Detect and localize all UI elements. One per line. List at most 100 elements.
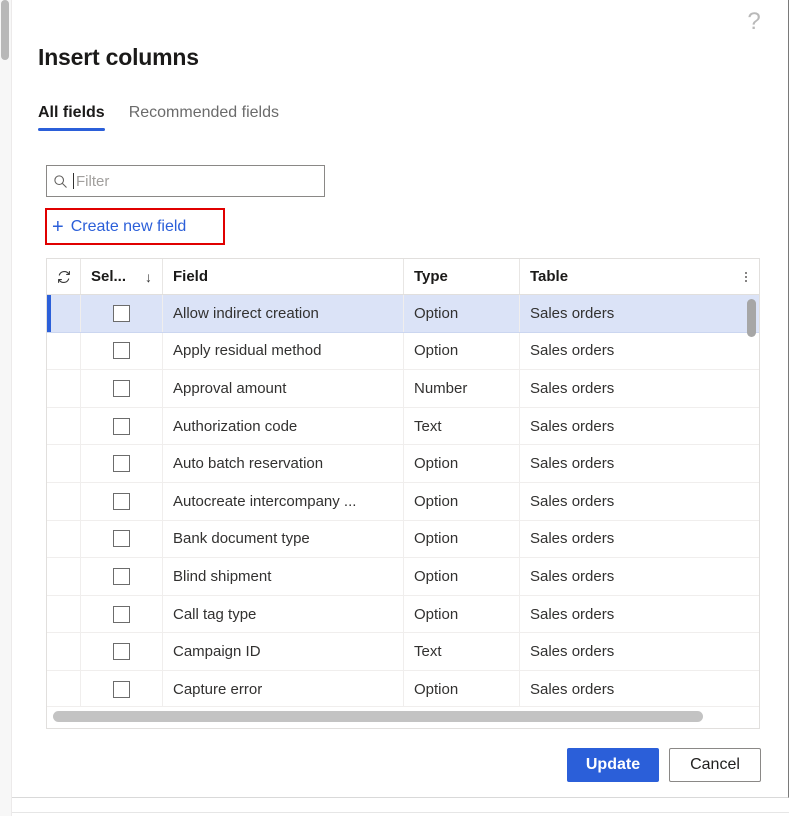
row-select-cell[interactable] <box>81 595 163 633</box>
cell-field: Call tag type <box>163 595 404 633</box>
row-select-cell[interactable] <box>81 633 163 670</box>
cell-table: Sales orders <box>530 680 615 698</box>
update-button[interactable]: Update <box>567 748 659 782</box>
cell-table: Sales orders <box>530 530 615 548</box>
tab-recommended-fields-label: Recommended fields <box>128 104 279 121</box>
row-checkbox[interactable] <box>113 492 130 510</box>
column-header-type-label: Type <box>414 268 448 285</box>
row-select-cell[interactable] <box>81 558 163 595</box>
column-header-table[interactable]: Table <box>520 259 758 294</box>
cancel-button[interactable]: Cancel <box>669 748 761 782</box>
column-header-table-label: Table <box>530 268 569 285</box>
table-row[interactable]: Authorization code Text Sales orders <box>47 407 759 446</box>
cell-field: Blind shipment <box>163 558 404 595</box>
row-select-cell[interactable] <box>81 670 163 708</box>
cell-type: Option <box>404 445 520 482</box>
row-indicator-cell <box>47 595 81 633</box>
column-header-field[interactable]: Field <box>163 259 404 294</box>
table-row[interactable]: Approval amount Number Sales orders <box>47 370 759 408</box>
page-outer-gutter <box>0 0 12 816</box>
column-header-select[interactable]: Sel... ↓ <box>81 259 163 294</box>
cell-field: Authorization code <box>163 407 404 445</box>
more-options-icon[interactable] <box>739 271 753 282</box>
table-row[interactable]: Autocreate intercompany ... Option Sales o… <box>47 482 759 521</box>
row-checkbox[interactable] <box>113 342 130 360</box>
cell-table: Sales orders <box>530 304 615 322</box>
row-checkbox[interactable] <box>113 567 130 585</box>
cell-type: Option <box>404 482 520 520</box>
cell-type: Option <box>404 670 520 708</box>
row-select-cell[interactable] <box>81 482 163 520</box>
row-select-cell[interactable] <box>81 332 163 370</box>
refresh-icon[interactable] <box>47 259 81 294</box>
fields-grid: Sel... ↓ Field Type Table Allow indirect… <box>46 258 760 729</box>
row-indicator-cell <box>47 670 81 708</box>
cell-table: Sales orders <box>530 455 615 473</box>
row-checkbox[interactable] <box>113 643 130 661</box>
cell-table: Sales orders <box>530 643 615 661</box>
cell-table: Sales orders <box>530 342 615 360</box>
search-input[interactable] <box>76 166 324 196</box>
grid-header-row: Sel... ↓ Field Type Table <box>47 259 759 295</box>
help-question-icon[interactable]: ? <box>740 8 768 36</box>
tab-all-fields[interactable]: All fields <box>38 104 117 131</box>
table-row[interactable]: Allow indirect creation Option Sales order… <box>47 295 759 333</box>
cell-type: Option <box>404 332 520 370</box>
grid-body: Allow indirect creation Option Sales order… <box>47 295 759 709</box>
plus-icon: + <box>52 215 64 238</box>
page-title: Insert columns <box>38 44 199 70</box>
filter-field[interactable] <box>46 165 325 197</box>
cell-field: Allow indirect creation <box>163 295 404 332</box>
column-header-select-label: Sel... <box>91 268 127 285</box>
row-checkbox[interactable] <box>113 680 130 698</box>
cell-field: Campaign ID <box>163 633 404 670</box>
cell-type: Option <box>404 295 520 332</box>
row-select-cell[interactable] <box>81 407 163 445</box>
cell-table: Sales orders <box>530 605 615 623</box>
tab-recommended-fields[interactable]: Recommended fields <box>117 104 291 131</box>
row-checkbox[interactable] <box>113 304 130 322</box>
table-row[interactable]: Auto batch reservation Option Sales orders <box>47 445 759 483</box>
tab-bar: All fields Recommended fields <box>38 104 291 131</box>
cell-table: Sales orders <box>530 417 615 435</box>
column-header-field-label: Field <box>173 268 209 285</box>
row-indicator-cell <box>47 520 81 558</box>
cell-table: Sales orders <box>530 379 615 397</box>
grid-horizontal-scrollbar-thumb[interactable] <box>53 711 703 722</box>
text-caret <box>73 173 74 189</box>
row-indicator-cell <box>47 295 81 332</box>
row-select-cell[interactable] <box>81 295 163 332</box>
row-select-cell[interactable] <box>81 445 163 482</box>
cell-type: Text <box>404 407 520 445</box>
row-indicator-cell <box>47 558 81 595</box>
row-select-cell[interactable] <box>81 370 163 407</box>
row-checkbox[interactable] <box>113 379 130 397</box>
row-checkbox[interactable] <box>113 530 130 548</box>
row-checkbox[interactable] <box>113 455 130 473</box>
row-select-cell[interactable] <box>81 520 163 558</box>
cell-type: Number <box>404 370 520 407</box>
create-new-field-label: Create new field <box>70 217 187 235</box>
column-header-type[interactable]: Type <box>404 259 520 294</box>
cell-field: Apply residual method <box>163 332 404 370</box>
table-row[interactable]: Campaign ID Text Sales orders <box>47 633 759 671</box>
page-scrollbar-thumb[interactable] <box>1 0 9 60</box>
cell-type: Text <box>404 633 520 670</box>
row-indicator-cell <box>47 332 81 370</box>
table-row[interactable]: Apply residual method Option Sales orders <box>47 332 759 371</box>
cell-table: Sales orders <box>530 492 615 510</box>
table-row[interactable]: Capture error Option Sales orders <box>47 670 759 709</box>
row-indicator-cell <box>47 445 81 482</box>
create-new-field-button[interactable]: + Create new field <box>52 213 186 240</box>
cell-type: Option <box>404 520 520 558</box>
grid-vertical-scrollbar-thumb[interactable] <box>747 299 756 337</box>
table-row[interactable]: Bank document type Option Sales orders <box>47 520 759 559</box>
sort-descending-icon: ↓ <box>145 268 152 285</box>
row-checkbox[interactable] <box>113 417 130 435</box>
table-row[interactable]: Blind shipment Option Sales orders <box>47 558 759 596</box>
table-row[interactable]: Call tag type Option Sales orders <box>47 595 759 634</box>
insert-columns-dialog: ? Insert columns All fields Recommended … <box>12 0 789 798</box>
row-checkbox[interactable] <box>113 605 130 623</box>
grid-horizontal-scrollbar[interactable] <box>47 706 759 728</box>
cell-type: Option <box>404 558 520 595</box>
